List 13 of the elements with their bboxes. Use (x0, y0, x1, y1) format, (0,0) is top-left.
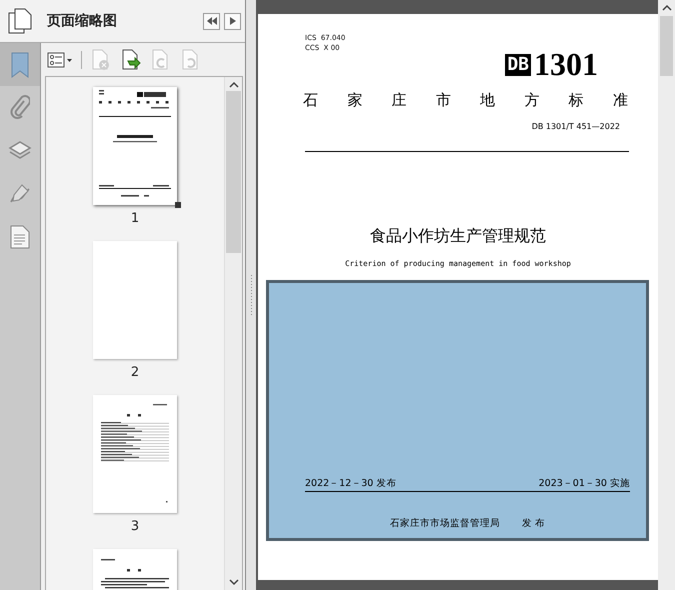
issuer-action: 发 布 (522, 517, 546, 530)
standard-series: 石 家 庄 市 地 方 标 准 (303, 91, 628, 110)
page-number: 3 (130, 519, 140, 536)
logo-number: 1301 (534, 49, 598, 79)
standard-number: DB 1301/T 451—2022 (532, 122, 620, 131)
document-title: 食品小作坊生产管理规范 (369, 226, 547, 247)
issue-date: 2022－12－30 发布 (305, 477, 396, 490)
page-number: 2 (130, 365, 140, 382)
page-number: 1 (130, 211, 140, 228)
issuer-name: 石家庄市市场监督管理局 (390, 517, 500, 530)
effective-date: 2023－01－30 实施 (538, 477, 630, 490)
panel-title: 页面缩略图 (46, 12, 118, 30)
logo-letters: DB (505, 54, 531, 76)
